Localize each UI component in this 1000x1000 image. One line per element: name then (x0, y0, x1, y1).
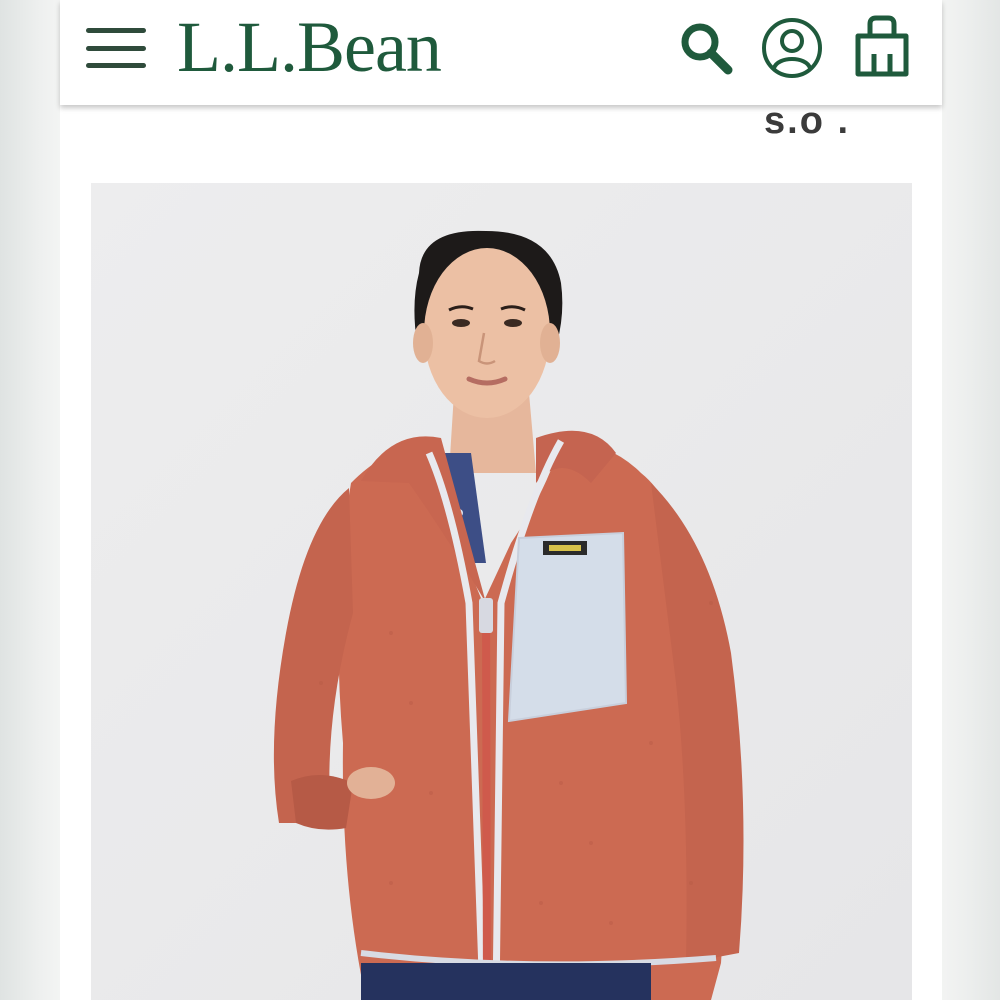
search-icon[interactable] (676, 18, 736, 78)
shopping-bag-icon[interactable] (850, 14, 914, 78)
menu-line (86, 28, 146, 33)
product-photo-red-fleece-hoodie[interactable] (91, 183, 912, 1000)
hamburger-menu-icon[interactable] (84, 24, 148, 72)
brand-logo[interactable]: L.L.Bean (177, 6, 442, 88)
overlay-caption: s.o . (764, 100, 851, 142)
account-icon[interactable] (760, 16, 824, 80)
site-header: L.L.Bean (60, 0, 942, 105)
menu-line (86, 63, 146, 68)
menu-line (86, 45, 146, 51)
